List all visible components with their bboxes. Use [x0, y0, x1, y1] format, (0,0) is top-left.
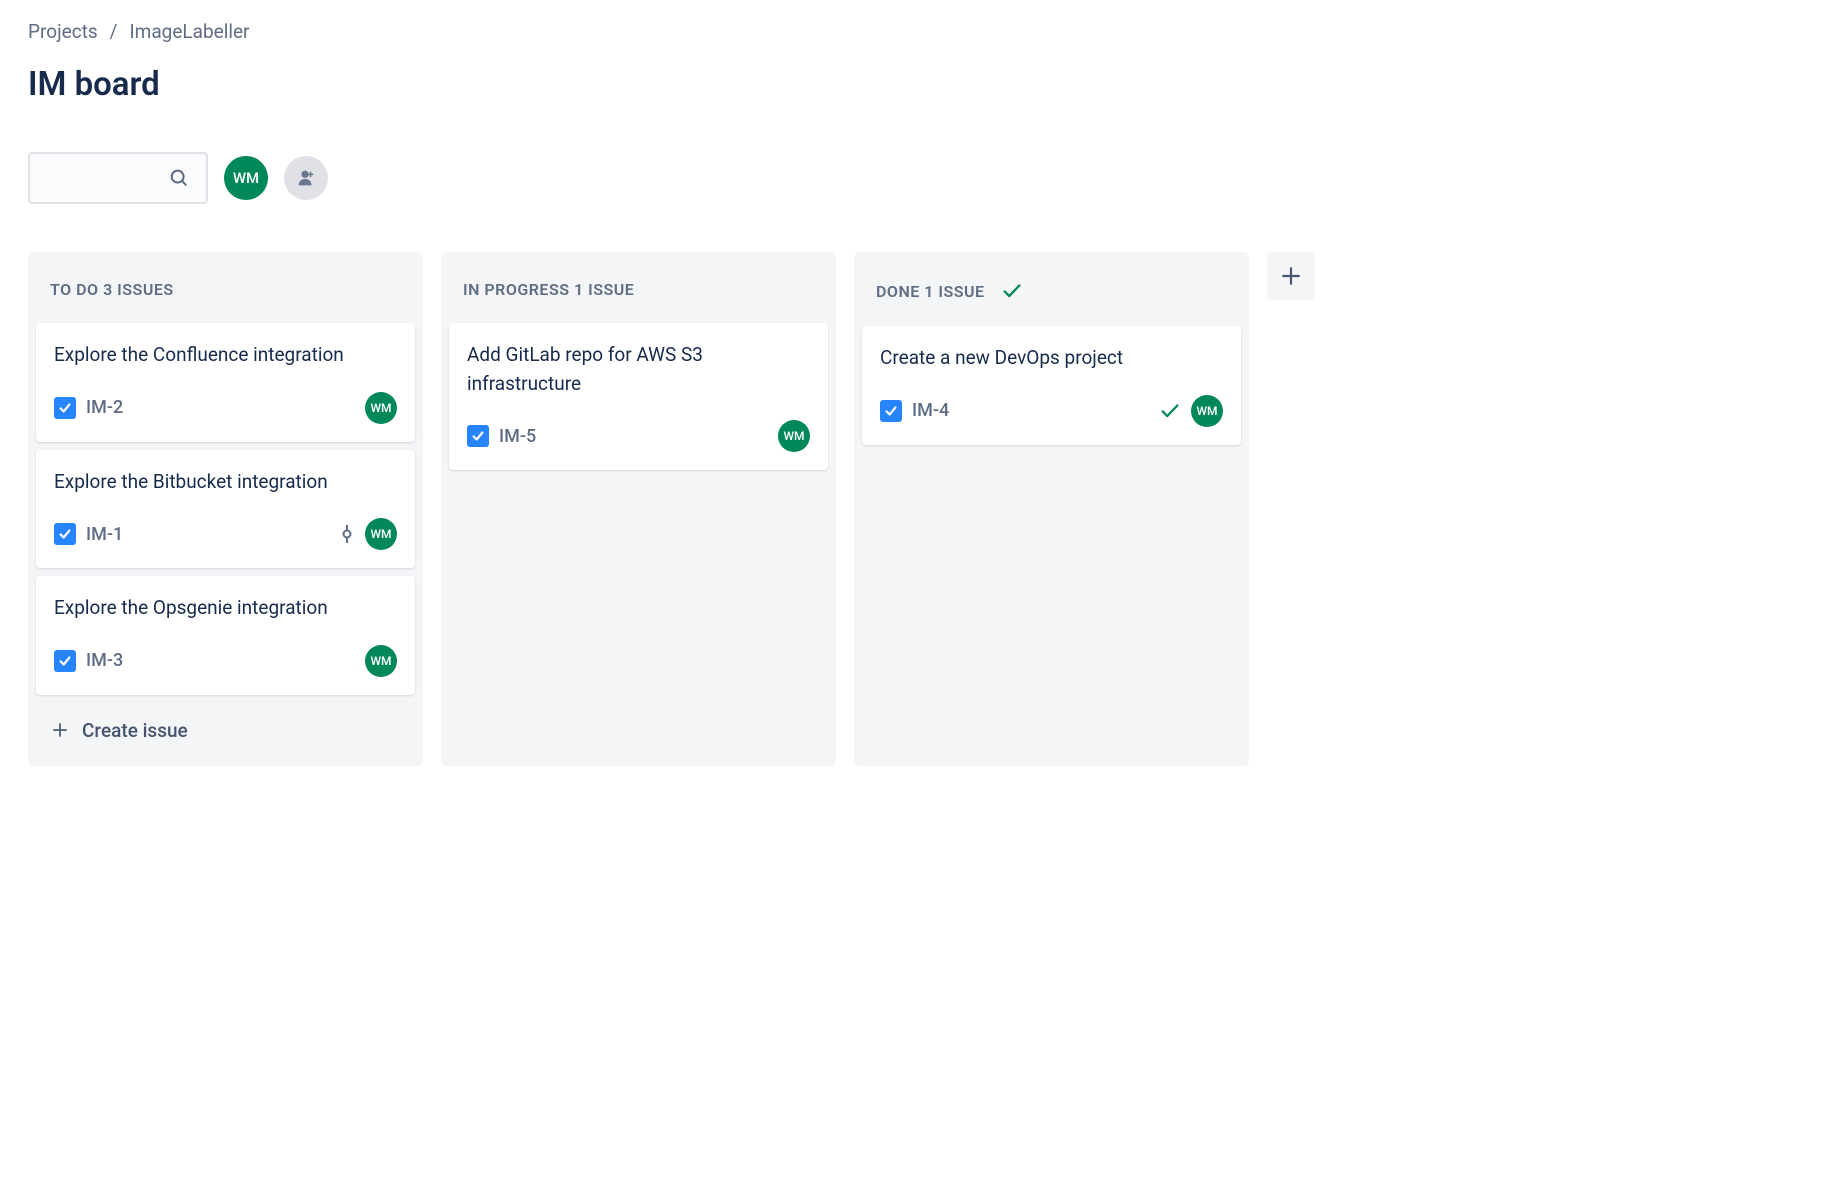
issue-card[interactable]: Add GitLab repo for AWS S3 infrastructur… — [449, 323, 828, 470]
task-type-icon — [54, 523, 76, 545]
board-column: TO DO 3 ISSUES Explore the Confluence in… — [28, 252, 423, 766]
board-column: IN PROGRESS 1 ISSUE Add GitLab repo for … — [441, 252, 836, 766]
breadcrumb-project-link[interactable]: ImageLabeller — [130, 20, 250, 43]
breadcrumb: Projects / ImageLabeller — [28, 20, 1802, 43]
issue-card[interactable]: Create a new DevOps project IM-4 WM — [862, 326, 1241, 445]
task-type-icon — [880, 400, 902, 422]
column-title: TO DO 3 ISSUES — [50, 280, 174, 299]
assignee-avatar[interactable]: WM — [365, 392, 397, 424]
task-type-icon — [54, 397, 76, 419]
add-people-button[interactable] — [284, 156, 328, 200]
assignee-avatar[interactable]: WM — [778, 420, 810, 452]
column-header[interactable]: DONE 1 ISSUE — [862, 260, 1241, 326]
task-type-icon — [54, 650, 76, 672]
issue-key: IM-2 — [86, 397, 123, 418]
assignee-avatar[interactable]: WM — [1191, 395, 1223, 427]
user-avatar[interactable]: WM — [224, 156, 268, 200]
check-icon — [1001, 280, 1023, 302]
issue-title: Add GitLab repo for AWS S3 infrastructur… — [467, 341, 810, 398]
plus-icon — [1278, 263, 1304, 289]
task-type-icon — [467, 425, 489, 447]
search-input[interactable] — [28, 152, 208, 204]
add-person-icon — [295, 167, 317, 189]
commit-icon — [339, 524, 355, 544]
check-icon — [1159, 400, 1181, 422]
column-title: IN PROGRESS 1 ISSUE — [463, 280, 634, 299]
create-issue-button[interactable]: Create issue — [36, 703, 415, 758]
issue-card[interactable]: Explore the Opsgenie integration IM-3 WM — [36, 576, 415, 695]
column-header[interactable]: TO DO 3 ISSUES — [36, 260, 415, 323]
issue-key: IM-4 — [912, 400, 949, 421]
issue-card[interactable]: Explore the Bitbucket integration IM-1 W… — [36, 450, 415, 569]
board-column: DONE 1 ISSUE Create a new DevOps project… — [854, 252, 1249, 766]
issue-key: IM-3 — [86, 650, 123, 671]
add-column-button[interactable] — [1267, 252, 1315, 300]
create-issue-label: Create issue — [82, 719, 188, 742]
issue-title: Explore the Confluence integration — [54, 341, 397, 370]
toolbar: WM — [28, 152, 1802, 204]
page-title: IM board — [28, 65, 1802, 104]
issue-title: Explore the Bitbucket integration — [54, 468, 397, 497]
assignee-avatar[interactable]: WM — [365, 518, 397, 550]
search-icon — [168, 167, 190, 189]
column-title: DONE 1 ISSUE — [876, 282, 985, 301]
breadcrumb-separator: / — [110, 20, 118, 43]
breadcrumb-projects-link[interactable]: Projects — [28, 20, 98, 43]
issue-title: Explore the Opsgenie integration — [54, 594, 397, 623]
issue-key: IM-1 — [86, 524, 123, 545]
column-header[interactable]: IN PROGRESS 1 ISSUE — [449, 260, 828, 323]
issue-title: Create a new DevOps project — [880, 344, 1223, 373]
issue-key: IM-5 — [499, 426, 536, 447]
assignee-avatar[interactable]: WM — [365, 645, 397, 677]
plus-icon — [50, 720, 70, 740]
kanban-board: TO DO 3 ISSUES Explore the Confluence in… — [28, 252, 1802, 766]
issue-card[interactable]: Explore the Confluence integration IM-2 … — [36, 323, 415, 442]
